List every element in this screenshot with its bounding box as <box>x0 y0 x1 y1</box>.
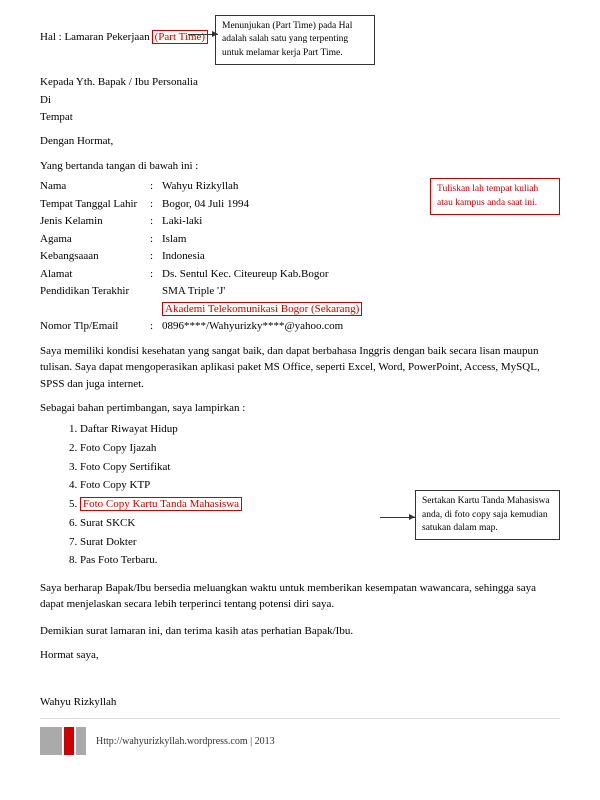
paragraph1: Saya memiliki kondisi kesehatan yang san… <box>40 343 560 393</box>
value-alamat: Ds. Sentul Kec. Citeureup Kab.Bogor <box>162 266 560 283</box>
info-row-2: Jenis Kelamin : Laki-laki <box>40 213 560 230</box>
logo-gray-block <box>40 727 62 755</box>
yang-bertanda: Yang bertanda tangan di bawah ini : <box>40 160 560 172</box>
content-body: Yang bertanda tangan di bawah ini : Tuli… <box>40 160 560 708</box>
arrow-head-1 <box>212 31 218 37</box>
logo-gray2-block <box>76 727 86 755</box>
label-ttl: Tempat Tanggal Lahir <box>40 196 150 213</box>
arrow-line-3 <box>380 517 415 518</box>
akademi-text: Akademi Telekomunikasi Bogor (Sekarang) <box>162 302 362 316</box>
list-item: Foto Copy Ijazah <box>80 439 560 458</box>
info-table: Tuliskan lah tempat kuliah atau kampus a… <box>40 178 560 335</box>
footer-text: Http://wahyurizkyllah.wordpress.com | 20… <box>96 736 275 747</box>
list-item: Foto Copy Sertifikat <box>80 458 560 477</box>
label-pendidikan: Pendidikan Terakhir <box>40 283 150 300</box>
kepada-section: Kepada Yth. Bapak / Ibu Personalia Di Te… <box>40 74 560 150</box>
header-section: Hal : Lamaran Pekerjaan (Part Time) Menu… <box>40 30 560 44</box>
list-item: Daftar Riwayat Hidup <box>80 420 560 439</box>
label-nomor: Nomor Tlp/Email <box>40 318 150 335</box>
hal-prefix: Hal : Lamaran Pekerjaan <box>40 31 150 43</box>
arrow-head-3 <box>409 514 415 520</box>
kepada-line4: Dengan Hormat, <box>40 133 560 151</box>
value-agama: Islam <box>162 231 560 248</box>
sebagai-section: Sebagai bahan pertimbangan, saya lampirk… <box>40 402 560 414</box>
annotation-box-2: Tuliskan lah tempat kuliah atau kampus a… <box>430 178 560 215</box>
annotation-box-1: Menunjukan (Part Time) pada Hal adalah s… <box>215 15 375 65</box>
hal-line: Hal : Lamaran Pekerjaan (Part Time) Menu… <box>40 30 560 44</box>
value-pendidikan: SMA Triple 'J' <box>162 283 560 300</box>
highlight-mahasiswa: Foto Copy Kartu Tanda Mahasiswa <box>80 497 242 511</box>
pendidikan-row: Pendidikan Terakhir SMA Triple 'J' <box>40 283 560 300</box>
akademi-row: Akademi Telekomunikasi Bogor (Sekarang) <box>40 301 560 318</box>
arrow-line-1 <box>188 34 218 35</box>
value-kelamin: Laki-laki <box>162 213 560 230</box>
logo-red-block <box>64 727 74 755</box>
page: Hal : Lamaran Pekerjaan (Part Time) Menu… <box>0 0 600 800</box>
sma-text: SMA Triple 'J' <box>162 285 225 297</box>
list-section: Daftar Riwayat Hidup Foto Copy Ijazah Fo… <box>60 420 560 570</box>
label-kebangsaan: Kebangsaaan <box>40 248 150 265</box>
footer-logo <box>40 727 86 755</box>
footer-bar: Http://wahyurizkyllah.wordpress.com | 20… <box>40 718 560 755</box>
nama-ttd: Wahyu Rizkyllah <box>40 696 560 708</box>
kepada-line1: Kepada Yth. Bapak / Ibu Personalia <box>40 74 560 92</box>
hormat-section: Hormat saya, <box>40 649 560 661</box>
info-row-5: Alamat : Ds. Sentul Kec. Citeureup Kab.B… <box>40 266 560 283</box>
nomor-row: Nomor Tlp/Email : 0896****/Wahyurizky***… <box>40 318 560 335</box>
value-nomor: 0896****/Wahyurizky****@yahoo.com <box>162 318 560 335</box>
annotation-box-3: Sertakan Kartu Tanda Mahasiswa anda, di … <box>415 490 560 540</box>
kepada-line2: Di <box>40 92 560 110</box>
info-row-4: Kebangsaaan : Indonesia <box>40 248 560 265</box>
label-agama: Agama <box>40 231 150 248</box>
harap-section: Saya berharap Bapak/Ibu bersedia meluang… <box>40 580 560 613</box>
kepada-line3: Tempat <box>40 109 560 127</box>
part-time-text: (Part Time) <box>152 30 208 44</box>
label-alamat: Alamat <box>40 266 150 283</box>
info-row-3: Agama : Islam <box>40 231 560 248</box>
label-kelamin: Jenis Kelamin <box>40 213 150 230</box>
label-nama: Nama <box>40 178 150 195</box>
value-kebangsaan: Indonesia <box>162 248 560 265</box>
demikian-section: Demikian surat lamaran ini, dan terima k… <box>40 623 560 640</box>
list-item: Pas Foto Terbaru. <box>80 551 560 570</box>
